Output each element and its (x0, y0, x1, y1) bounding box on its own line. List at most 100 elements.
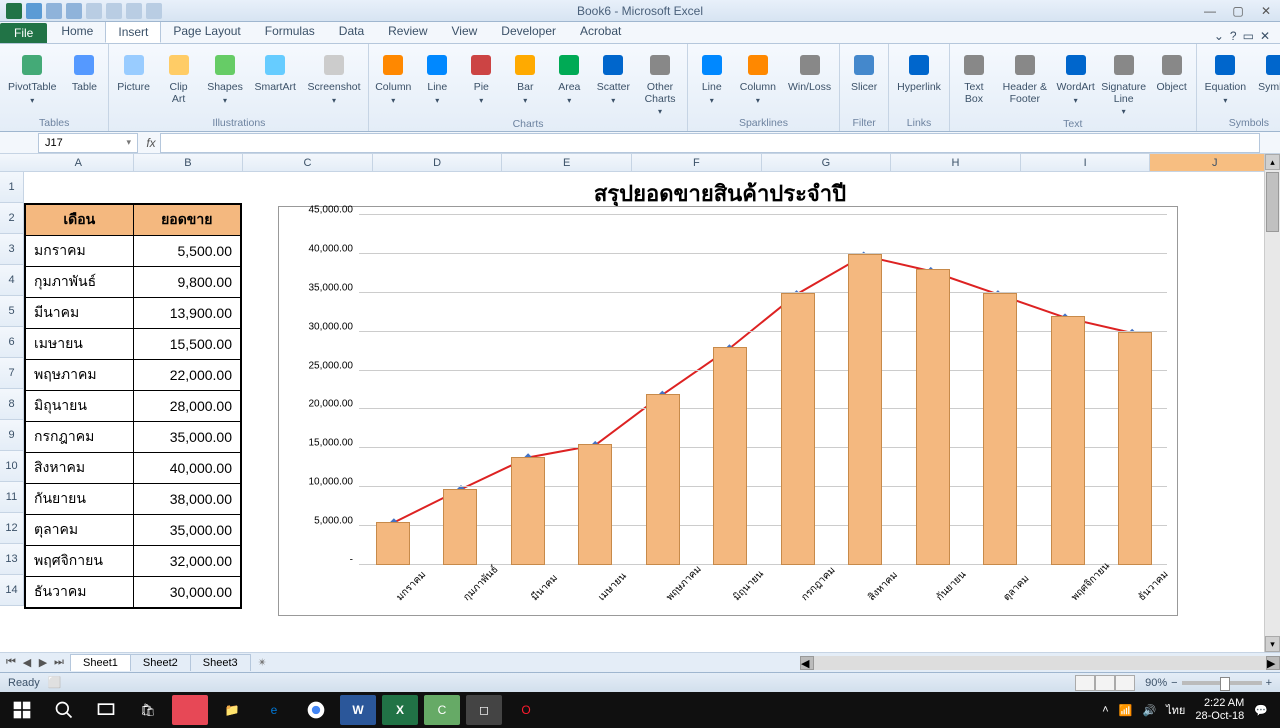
name-box[interactable]: J17 (38, 133, 138, 153)
cell-sales[interactable]: 22,000.00 (133, 360, 241, 391)
ribbon-slicer[interactable]: Slicer (846, 48, 882, 96)
row-header-1[interactable]: 1 (0, 172, 24, 203)
close-button[interactable]: ✕ (1252, 1, 1280, 21)
column-header-J[interactable]: J (1150, 154, 1280, 171)
edge-icon[interactable]: e (256, 695, 292, 725)
ribbon-signature-line[interactable]: Signature Line (1102, 48, 1146, 118)
qat-icon[interactable] (126, 3, 142, 19)
ribbon-object[interactable]: Object (1154, 48, 1190, 96)
sheet-nav-prev[interactable]: ◀ (20, 656, 34, 669)
ribbon-win-loss[interactable]: Win/Loss (786, 48, 833, 96)
page-break-view-button[interactable] (1115, 675, 1135, 691)
clock[interactable]: 2:22 AM 28-Oct-18 (1195, 697, 1244, 723)
sheet-nav-first[interactable]: ⏮ (4, 656, 18, 669)
cell-month[interactable]: กุมภาพันธ์ (25, 267, 133, 298)
cell-sales[interactable]: 9,800.00 (133, 267, 241, 298)
sheet-nav-next[interactable]: ▶ (36, 656, 50, 669)
ribbon-header-footer[interactable]: Header & Footer (1000, 48, 1050, 107)
ribbon-screenshot[interactable]: Screenshot (306, 48, 363, 107)
cell-month[interactable]: มกราคม (25, 236, 133, 267)
qat-icon[interactable] (146, 3, 162, 19)
formula-bar[interactable] (160, 133, 1260, 153)
macro-record-icon[interactable]: ⬜ (48, 676, 62, 689)
tab-developer[interactable]: Developer (489, 21, 568, 43)
app-icon[interactable]: ◻ (466, 695, 502, 725)
chart[interactable]: -5,000.0010,000.0015,000.0020,000.0025,0… (278, 206, 1178, 616)
zoom-level[interactable]: 90% (1145, 677, 1167, 689)
cell-month[interactable]: พฤศจิกายน (25, 546, 133, 577)
column-header-B[interactable]: B (134, 154, 244, 171)
scroll-down-arrow[interactable]: ▾ (1265, 636, 1280, 652)
ribbon-pivottable[interactable]: PivotTable (6, 48, 58, 107)
vertical-scrollbar[interactable]: ▴ ▾ (1264, 154, 1280, 652)
row-header-2[interactable]: 2 (0, 203, 24, 234)
ribbon-text-box[interactable]: Text Box (956, 48, 992, 107)
ribbon-clip-art[interactable]: Clip Art (160, 48, 198, 107)
row-header-11[interactable]: 11 (0, 482, 24, 513)
scroll-up-arrow[interactable]: ▴ (1265, 154, 1280, 170)
word-icon[interactable]: W (340, 695, 376, 725)
column-header-A[interactable]: A (24, 154, 134, 171)
ribbon-hyperlink[interactable]: Hyperlink (895, 48, 943, 96)
task-view-icon[interactable] (88, 695, 124, 725)
page-layout-view-button[interactable] (1095, 675, 1115, 691)
cell-sales[interactable]: 35,000.00 (133, 422, 241, 453)
column-header-G[interactable]: G (762, 154, 892, 171)
tab-formulas[interactable]: Formulas (253, 21, 327, 43)
cell-sales[interactable]: 15,500.00 (133, 329, 241, 360)
ribbon-smartart[interactable]: SmartArt (253, 48, 298, 96)
search-icon[interactable] (46, 695, 82, 725)
network-icon[interactable]: 📶 (1119, 704, 1133, 717)
file-tab[interactable]: File (0, 23, 47, 43)
help-icon[interactable]: ? (1230, 29, 1237, 43)
cell-month[interactable]: กันยายน (25, 484, 133, 515)
tab-data[interactable]: Data (327, 21, 376, 43)
ribbon-shapes[interactable]: Shapes (205, 48, 244, 107)
excel-icon[interactable]: X (382, 695, 418, 725)
ribbon-pie[interactable]: Pie (463, 48, 499, 107)
column-header-I[interactable]: I (1021, 154, 1151, 171)
cell-sales[interactable]: 30,000.00 (133, 577, 241, 609)
row-header-9[interactable]: 9 (0, 420, 24, 451)
notifications-icon[interactable]: 💬 (1254, 704, 1268, 717)
sheet-tab-sheet1[interactable]: Sheet1 (70, 654, 131, 671)
tray-chevron-icon[interactable]: ˄ (1102, 704, 1108, 716)
cell-sales[interactable]: 35,000.00 (133, 515, 241, 546)
save-icon[interactable] (26, 3, 42, 19)
tab-insert[interactable]: Insert (105, 21, 161, 43)
row-header-12[interactable]: 12 (0, 513, 24, 544)
ribbon-column[interactable]: Column (738, 48, 778, 107)
redo-icon[interactable] (66, 3, 82, 19)
ribbon-area[interactable]: Area (551, 48, 587, 107)
sheet-tab-sheet3[interactable]: Sheet3 (190, 654, 251, 671)
ribbon-wordart[interactable]: WordArt (1058, 48, 1094, 107)
zoom-slider[interactable] (1182, 681, 1262, 685)
fx-icon[interactable]: fx (142, 136, 160, 150)
row-header-10[interactable]: 10 (0, 451, 24, 482)
restore-window-icon[interactable]: ▭ (1243, 29, 1254, 43)
cell-sales[interactable]: 38,000.00 (133, 484, 241, 515)
store-icon[interactable]: 🛍 (130, 695, 166, 725)
column-header-C[interactable]: C (243, 154, 373, 171)
hscroll-right[interactable]: ▶ (1266, 656, 1280, 670)
minimize-button[interactable]: — (1196, 1, 1224, 21)
tab-acrobat[interactable]: Acrobat (568, 21, 633, 43)
apps-icon[interactable] (172, 695, 208, 725)
camtasia-icon[interactable]: C (424, 695, 460, 725)
ribbon-picture[interactable]: Picture (115, 48, 151, 96)
column-header-H[interactable]: H (891, 154, 1021, 171)
ribbon-equation[interactable]: Equation (1203, 48, 1248, 107)
cell-month[interactable]: สิงหาคม (25, 453, 133, 484)
sheet-nav-last[interactable]: ⏭ (52, 656, 66, 669)
tab-review[interactable]: Review (376, 21, 439, 43)
cell-sales[interactable]: 5,500.00 (133, 236, 241, 267)
volume-icon[interactable]: 🔊 (1142, 704, 1156, 717)
column-header-F[interactable]: F (632, 154, 762, 171)
ribbon-bar[interactable]: Bar (507, 48, 543, 107)
sheet-tab-sheet2[interactable]: Sheet2 (130, 654, 191, 671)
cell-month[interactable]: มีนาคม (25, 298, 133, 329)
zoom-in-button[interactable]: + (1266, 677, 1272, 689)
row-header-14[interactable]: 14 (0, 575, 24, 606)
scroll-thumb[interactable] (1266, 172, 1279, 232)
row-header-3[interactable]: 3 (0, 234, 24, 265)
